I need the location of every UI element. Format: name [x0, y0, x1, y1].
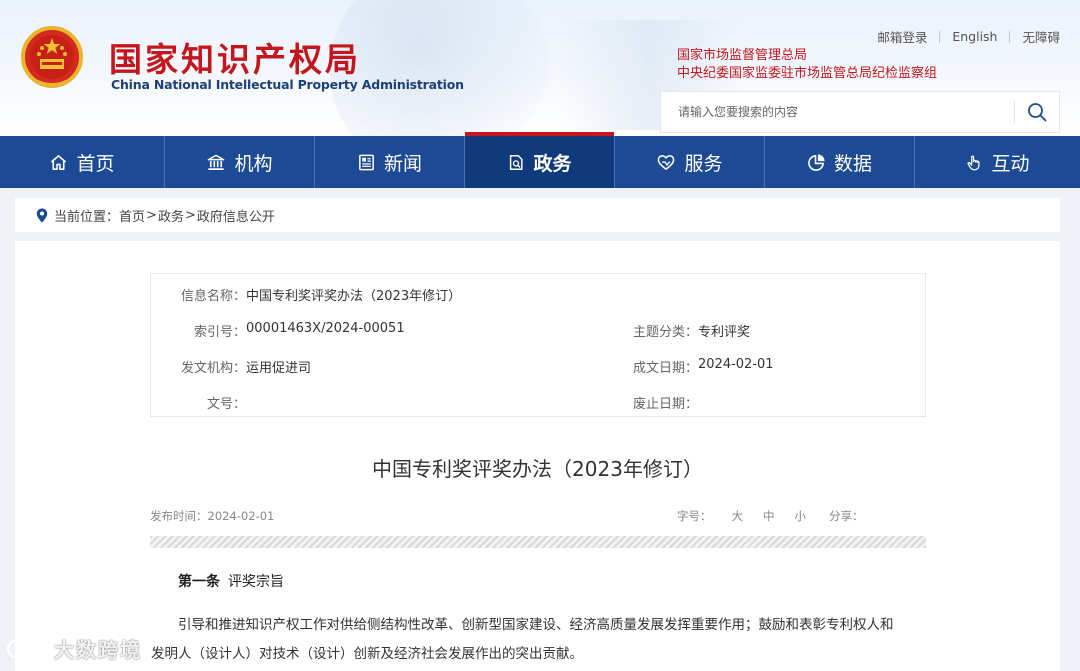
info-label: 成文日期： [632, 361, 698, 376]
info-row-doc-number: 文号： [151, 393, 246, 412]
authority-links: 国家市场监督管理总局 中央纪委国家监委驻市场监管总局纪检监察组 [677, 47, 937, 83]
breadcrumb-government-affairs[interactable]: 政务 [158, 206, 184, 225]
breadcrumb-separator: > [184, 207, 196, 223]
info-label: 文号： [206, 397, 246, 412]
nav-item-government-affairs[interactable]: 政务 [465, 132, 615, 188]
info-label: 主题分类： [632, 325, 698, 340]
mail-login-link[interactable]: 邮箱登录 [865, 27, 939, 46]
nav-item-label: 政务 [533, 152, 572, 175]
site-header: 国家知识产权局 China National Intellectual Prop… [0, 0, 1080, 136]
info-label: 索引号： [193, 325, 246, 340]
news-icon [359, 154, 374, 170]
nav-item-label: 首页 [76, 152, 115, 175]
search-box [660, 91, 1060, 133]
nav-item-label: 互动 [991, 152, 1030, 175]
breadcrumb-home[interactable]: 首页 [119, 206, 145, 225]
font-size-large-button[interactable]: 大 [732, 508, 744, 524]
info-label: 信息名称： [180, 289, 246, 304]
watermark-logo-icon [6, 639, 46, 658]
english-link[interactable]: English [940, 29, 1009, 44]
nav-item-label: 服务 [684, 152, 723, 175]
discipline-inspection-link[interactable]: 中央纪委国家监委驻市场监管总局纪检监察组 [677, 65, 937, 83]
search-icon [1028, 103, 1047, 122]
font-size-small-button[interactable]: 小 [795, 508, 807, 524]
nav-item-label: 数据 [833, 152, 872, 175]
decorative-divider [150, 536, 926, 548]
nav-item-label: 新闻 [383, 152, 422, 175]
breadcrumb: 当前位置： 首页 > 政务 > 政府信息公开 [15, 198, 1060, 232]
info-row-name: 信息名称： 中国专利奖评奖办法（2023年修订） [151, 285, 461, 304]
document-info-table: 信息名称： 中国专利奖评奖办法（2023年修订） 索引号： 00001463X/… [150, 273, 926, 417]
search-button[interactable] [1015, 92, 1059, 132]
info-row-expire-date: 废止日期： [603, 393, 698, 412]
site-logo-title[interactable]: 国家知识产权局 [109, 33, 361, 81]
location-pin-icon [36, 208, 48, 222]
hand-pointer-icon [967, 154, 981, 170]
nav-item-data[interactable]: 数据 [765, 136, 915, 188]
paragraph-line: 发明人（设计人）对技术（设计）创新及经济社会发展作出的突出贡献。 [151, 646, 583, 662]
institution-icon [208, 154, 225, 170]
watermark: 大数跨境 [6, 634, 142, 663]
info-value: 专利评奖 [698, 325, 751, 340]
nav-item-service[interactable]: 服务 [615, 136, 765, 188]
government-affairs-icon [510, 154, 524, 170]
nav-item-home[interactable]: 首页 [0, 136, 165, 188]
nav-item-label: 机构 [234, 152, 273, 175]
publish-label: 发布时间： [150, 509, 208, 523]
info-label: 废止日期： [632, 397, 698, 412]
info-value: 00001463X/2024-00051 [246, 321, 405, 336]
breadcrumb-prefix: 当前位置： [54, 209, 120, 225]
nav-item-institution[interactable]: 机构 [165, 136, 315, 188]
national-emblem-icon [21, 26, 83, 88]
info-value: 2024-02-01 [698, 357, 774, 372]
article-title: 中国专利奖评奖办法（2023年修订） [372, 457, 703, 481]
nav-item-news[interactable]: 新闻 [315, 136, 465, 188]
article-section-heading: 第一条 评奖宗旨 [178, 571, 284, 591]
paragraph-line: 引导和推进知识产权工作对供给侧结构性改革、创新型国家建设、经济高质量发展发挥重要… [178, 617, 894, 633]
info-row-issuer: 发文机构： 运用促进司 [151, 357, 311, 376]
watermark-text: 大数跨境 [54, 638, 142, 662]
site-logo-subtitle: China National Intellectual Property Adm… [111, 77, 464, 92]
info-row-date: 成文日期： 2024-02-01 [603, 357, 774, 376]
share-label: 分享： [829, 509, 864, 523]
breadcrumb-government-info[interactable]: 政府信息公开 [197, 206, 275, 225]
top-utility-links: 邮箱登录 English 无障碍 [865, 27, 1060, 46]
breadcrumb-separator: > [146, 207, 157, 223]
publish-date: 2024-02-01 [207, 509, 275, 523]
article-paragraph: 引导和推进知识产权工作对供给侧结构性改革、创新型国家建设、经济高质量发展发挥重要… [151, 611, 938, 669]
search-input[interactable] [661, 92, 1014, 132]
section-number: 第一条 [178, 574, 220, 590]
font-size-label: 字号： [677, 509, 712, 523]
font-size-medium-button[interactable]: 中 [763, 508, 775, 524]
pie-chart-icon [808, 153, 825, 171]
info-value: 中国专利奖评奖办法（2023年修订） [246, 289, 462, 304]
publish-time: 发布时间：2024-02-01 [150, 508, 274, 524]
article-panel: 信息名称： 中国专利奖评奖办法（2023年修订） 索引号： 00001463X/… [15, 241, 1060, 671]
service-heart-icon [658, 154, 675, 170]
nav-item-interaction[interactable]: 互动 [915, 136, 1080, 188]
section-title: 评奖宗旨 [228, 574, 284, 590]
samr-link[interactable]: 国家市场监督管理总局 [677, 47, 937, 65]
main-nav: 首页 机构 新闻 政务 服务 数据 互动 [0, 132, 1080, 188]
accessibility-link[interactable]: 无障碍 [1010, 27, 1060, 46]
font-size-control: 字号： 大 中 小 [677, 508, 826, 524]
info-value: 运用促进司 [246, 361, 312, 376]
info-row-topic: 主题分类： 专利评奖 [603, 321, 750, 340]
info-label: 发文机构： [180, 361, 246, 376]
home-icon [51, 154, 67, 170]
info-row-index: 索引号： 00001463X/2024-00051 [151, 321, 405, 340]
